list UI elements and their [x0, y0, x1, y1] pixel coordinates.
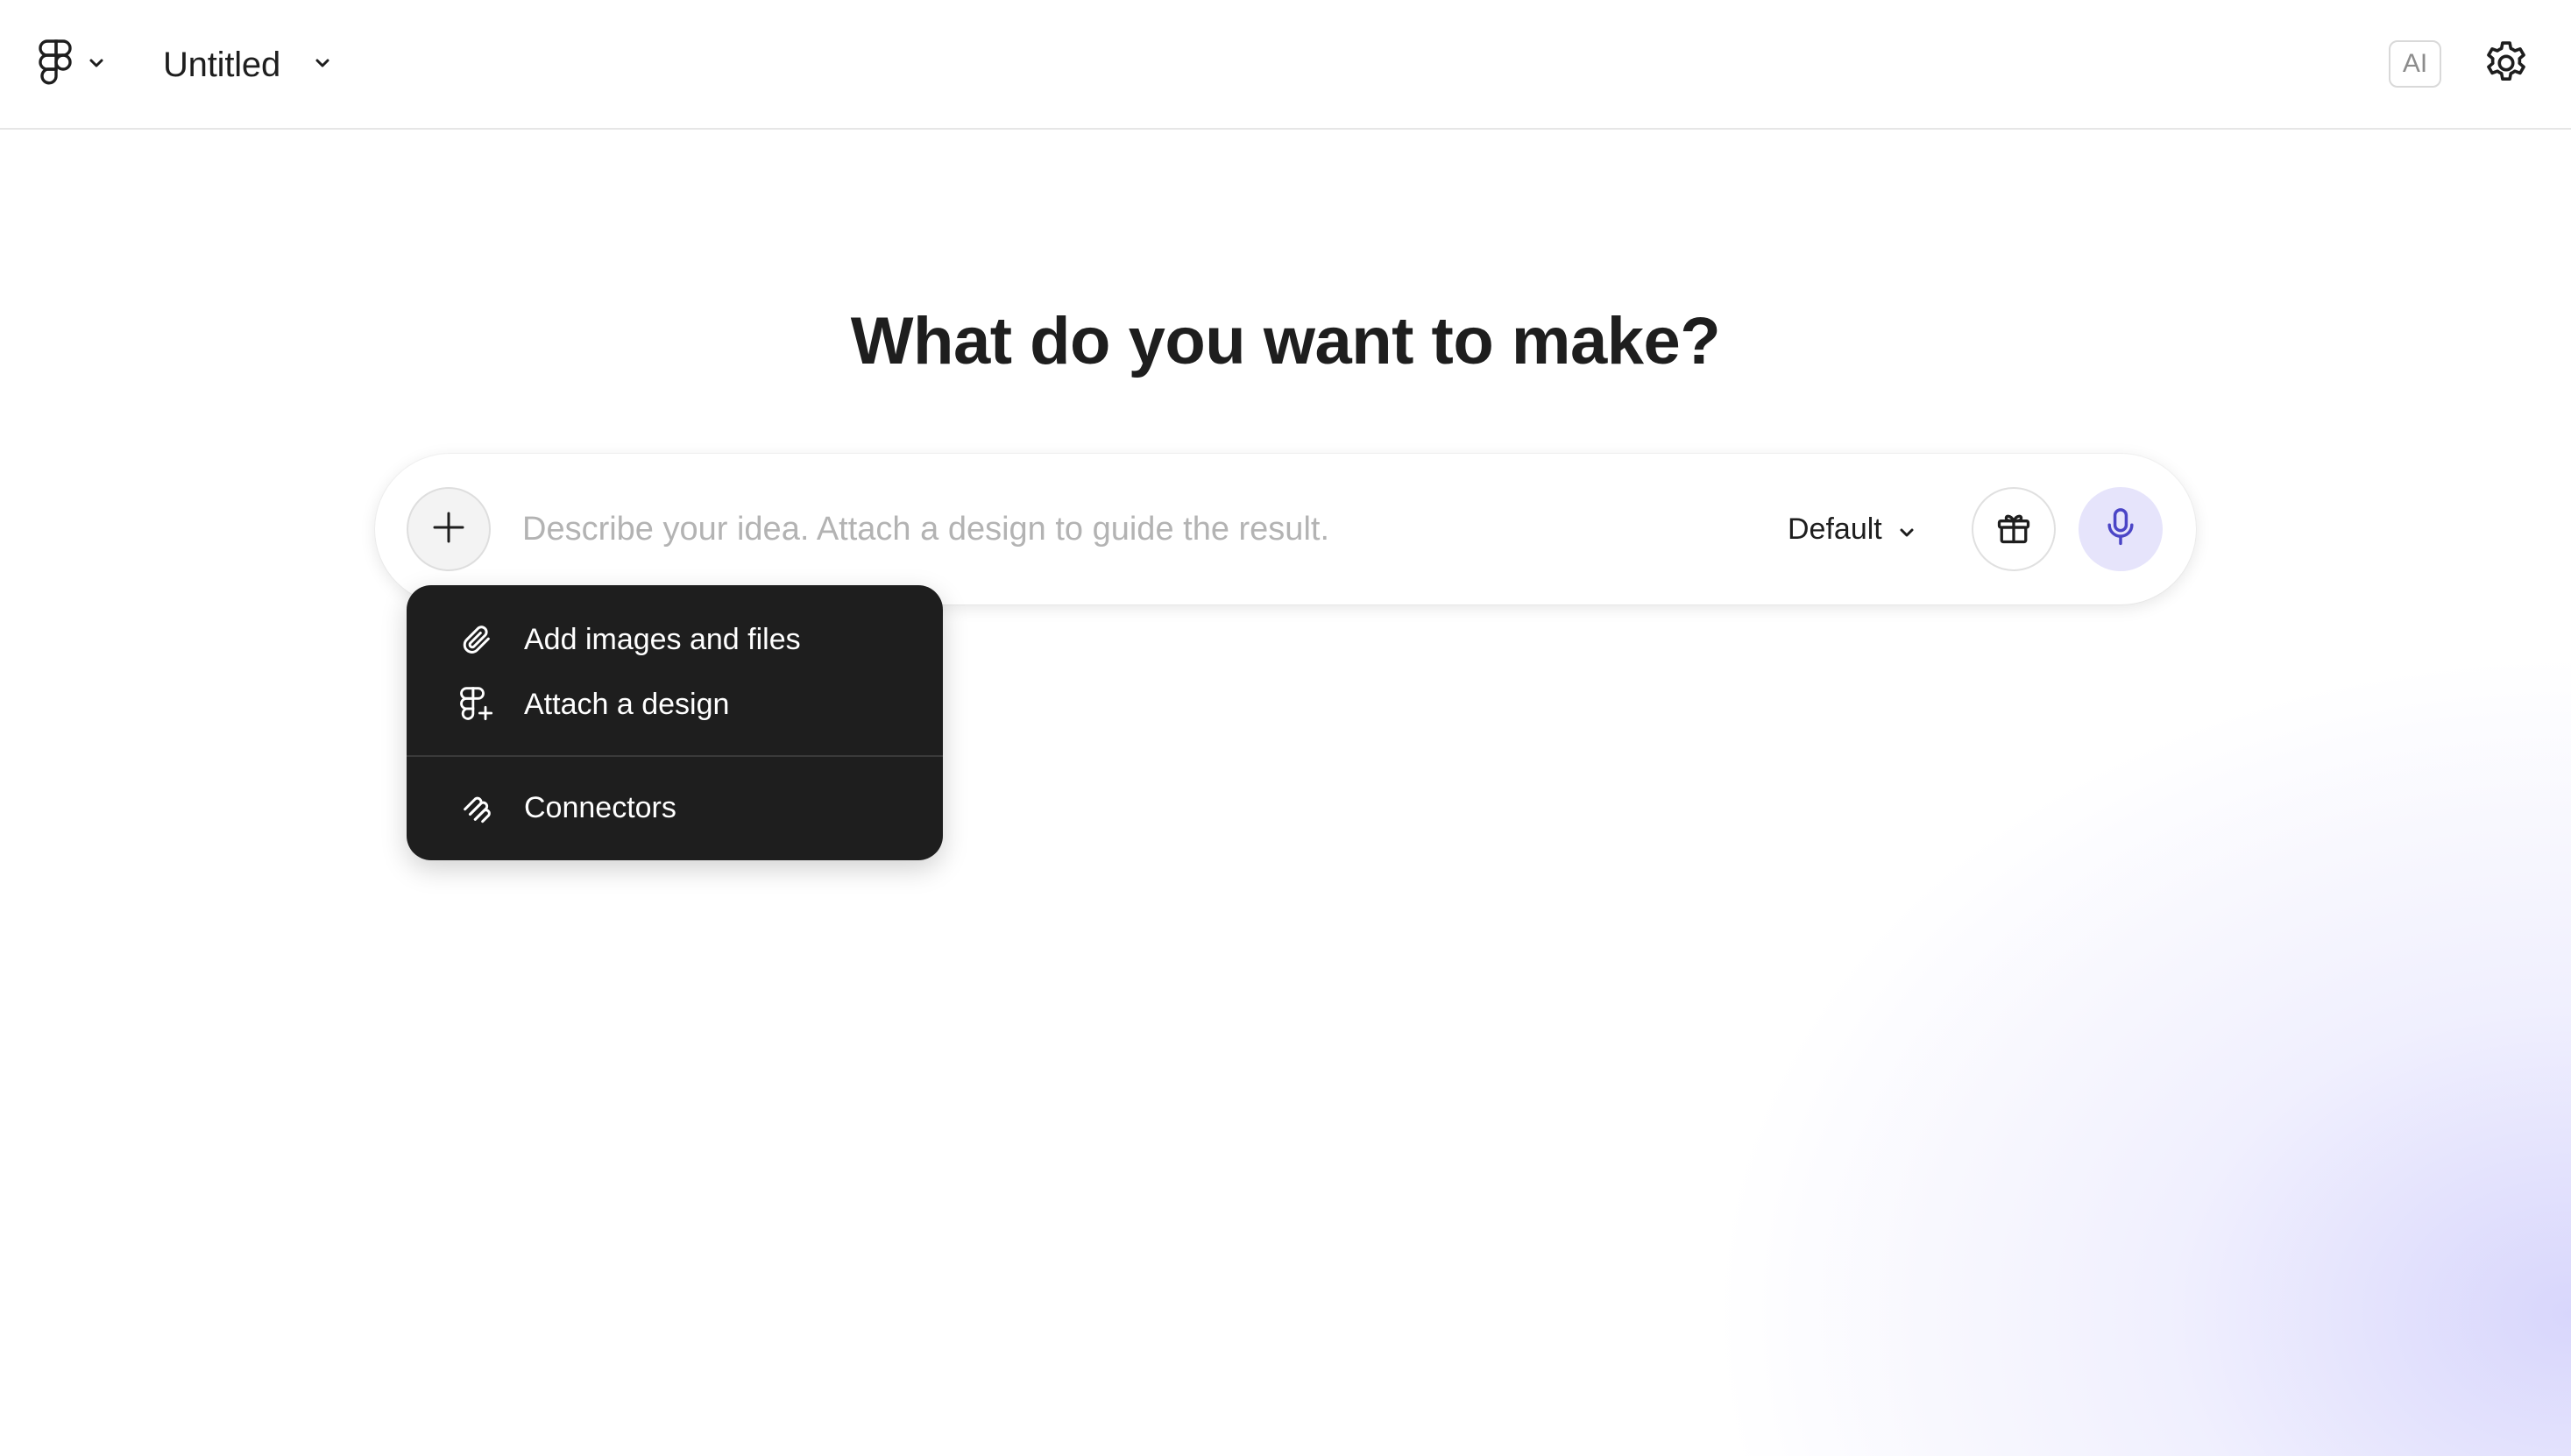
- menu-item-label: Connectors: [524, 791, 676, 824]
- menu-divider: [407, 755, 943, 757]
- gear-icon: [2481, 38, 2532, 93]
- model-select-label: Default: [1788, 512, 1882, 546]
- page-headline: What do you want to make?: [850, 304, 1721, 378]
- settings-button[interactable]: [2476, 35, 2536, 95]
- chevron-down-icon: [314, 57, 331, 74]
- model-select[interactable]: Default: [1788, 503, 1916, 555]
- connectors-icon: [459, 790, 494, 825]
- main-menu-button[interactable]: [39, 35, 126, 95]
- top-bar: Untitled AI: [0, 0, 2571, 130]
- figma-logo-icon: [39, 39, 74, 91]
- chevron-down-icon: [1898, 512, 1916, 547]
- gift-button[interactable]: [1972, 487, 2056, 571]
- prompt-input[interactable]: [522, 503, 1732, 555]
- menu-item-connectors[interactable]: Connectors: [407, 778, 943, 838]
- chevron-down-icon: [88, 57, 105, 74]
- menu-item-label: Add images and files: [524, 623, 801, 656]
- microphone-icon: [2101, 506, 2140, 553]
- menu-item-label: Attach a design: [524, 688, 730, 721]
- menu-item-add-images-files[interactable]: Add images and files: [407, 610, 943, 669]
- figma-add-icon: [459, 687, 494, 722]
- add-attachment-button[interactable]: [407, 487, 491, 571]
- paperclip-icon: [459, 622, 494, 657]
- menu-item-attach-design[interactable]: Attach a design: [407, 675, 943, 734]
- gift-icon: [1994, 508, 2033, 551]
- prompt-bar: Default: [375, 454, 2196, 604]
- ai-badge[interactable]: AI: [2389, 40, 2441, 88]
- file-title: Untitled: [163, 45, 281, 84]
- plus-icon: [431, 510, 466, 549]
- file-title-menu[interactable]: Untitled: [163, 35, 331, 95]
- voice-input-button[interactable]: [2079, 487, 2163, 571]
